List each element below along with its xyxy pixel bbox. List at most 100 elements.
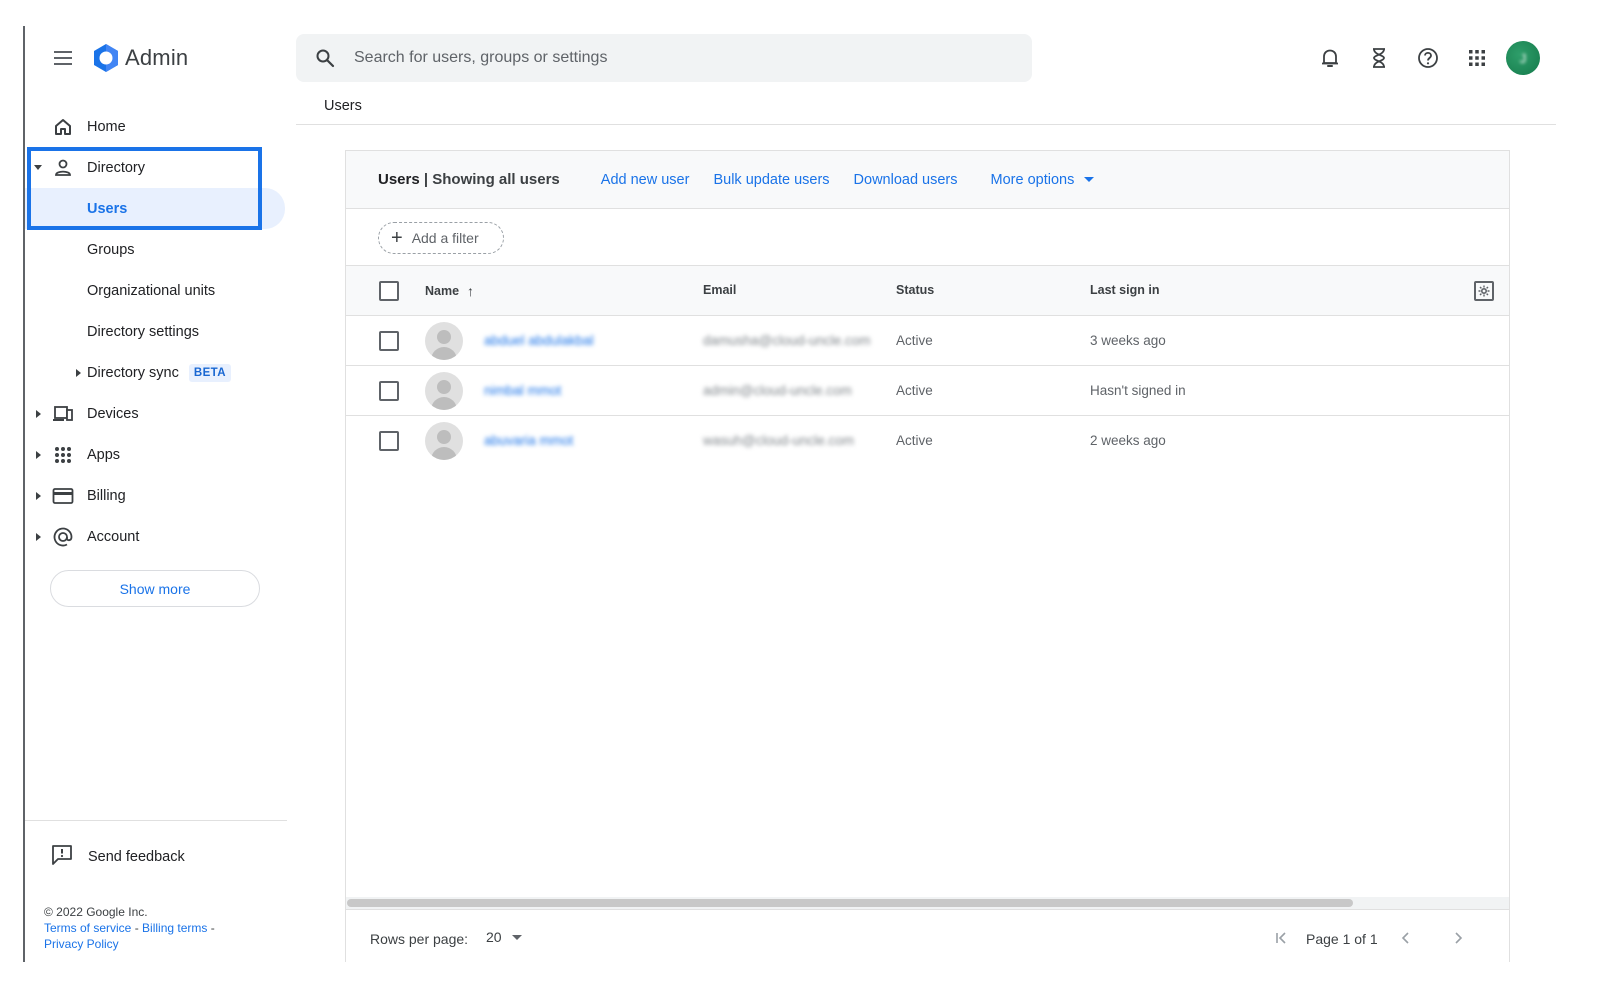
sidebar-nav: Home Directory Users Groups Organization…	[25, 106, 287, 557]
help-icon[interactable]	[1408, 40, 1448, 76]
table-header: Name ↑ Email Status Last sign in	[346, 266, 1509, 316]
column-header-last-sign-in[interactable]: Last sign in	[1090, 283, 1159, 297]
select-all-checkbox[interactable]	[379, 281, 399, 301]
chevron-down-icon[interactable]	[33, 163, 43, 173]
column-header-status[interactable]: Status	[896, 283, 934, 297]
at-icon	[51, 525, 75, 549]
sidebar-item-billing[interactable]: Billing	[25, 475, 287, 516]
sidebar-item-account[interactable]: Account	[25, 516, 287, 557]
brand-bar: Admin	[25, 34, 188, 82]
horizontal-scrollbar[interactable]	[346, 897, 1509, 909]
billing-terms-link[interactable]: Billing terms	[142, 921, 207, 935]
dropdown-arrow-icon	[1084, 177, 1095, 182]
sort-arrow-up-icon[interactable]: ↑	[467, 283, 474, 299]
sidebar-item-organizational-units[interactable]: Organizational units	[25, 270, 287, 311]
user-name-link[interactable]: abuvaria mmot	[484, 433, 573, 448]
bell-icon[interactable]	[1310, 40, 1350, 76]
credit-card-icon	[51, 484, 75, 508]
column-header-email[interactable]: Email	[703, 283, 736, 297]
terms-of-service-link[interactable]: Terms of service	[44, 921, 131, 935]
privacy-policy-link[interactable]: Privacy Policy	[44, 937, 119, 951]
user-email: wasuh@cloud-uncle.com	[703, 433, 855, 448]
search-input[interactable]	[354, 49, 954, 67]
user-last-sign-in: 2 weeks ago	[1090, 433, 1166, 448]
devices-icon	[51, 402, 75, 426]
header-actions: J	[1310, 40, 1540, 76]
app-title[interactable]: Admin	[125, 45, 188, 71]
users-card: Users | Showing all users Add new user B…	[345, 150, 1510, 962]
column-settings-icon[interactable]	[1474, 281, 1494, 301]
sidebar-item-directory[interactable]: Directory	[25, 147, 287, 188]
chevron-right-icon[interactable]	[33, 491, 43, 501]
sidebar-item-groups[interactable]: Groups	[25, 229, 287, 270]
main-menu-icon[interactable]	[51, 46, 75, 70]
sidebar-item-label: Billing	[87, 487, 126, 504]
user-name-link[interactable]: abduel abdulakbal	[484, 333, 594, 348]
add-filter-button[interactable]: + Add a filter	[378, 222, 504, 254]
sidebar-item-directory-settings[interactable]: Directory settings	[25, 311, 287, 352]
dropdown-arrow-icon	[511, 934, 522, 940]
hourglass-icon[interactable]	[1359, 40, 1399, 76]
previous-page-icon[interactable]	[1396, 928, 1416, 948]
pagination-bar: Rows per page: 20 Page 1 of 1	[346, 909, 1509, 963]
sidebar-item-directory-sync[interactable]: Directory sync BETA	[25, 352, 287, 393]
send-feedback-label: Send feedback	[88, 849, 185, 865]
add-filter-label: Add a filter	[411, 230, 479, 246]
user-last-sign-in: Hasn't signed in	[1090, 383, 1186, 398]
next-page-icon[interactable]	[1448, 928, 1468, 948]
search-icon[interactable]	[314, 47, 336, 69]
sidebar-item-home[interactable]: Home	[25, 106, 287, 147]
sidebar-item-label: Account	[87, 528, 140, 545]
table-row[interactable]: abduel abdulakbal damusha@cloud-uncle.co…	[346, 316, 1509, 366]
sidebar-divider	[25, 820, 287, 821]
chevron-right-icon[interactable]	[33, 450, 43, 460]
sidebar-item-apps[interactable]: Apps	[25, 434, 287, 475]
user-status: Active	[896, 433, 933, 448]
show-more-button[interactable]: Show more	[50, 570, 260, 607]
sidebar-item-label: Organizational units	[87, 282, 216, 299]
breadcrumb-divider	[296, 124, 1556, 125]
user-avatar	[425, 372, 463, 410]
download-users-button[interactable]: Download users	[854, 172, 958, 188]
person-icon	[51, 156, 75, 180]
row-checkbox[interactable]	[379, 331, 399, 351]
sidebar-item-label: Devices	[87, 405, 139, 422]
sidebar-item-label: Directory settings	[87, 323, 200, 340]
user-name-link[interactable]: nimbal mmot	[484, 383, 561, 398]
search-bar[interactable]	[296, 34, 1032, 82]
scrollbar-thumb[interactable]	[347, 899, 1353, 907]
user-email: admin@cloud-uncle.com	[703, 383, 852, 398]
first-page-icon[interactable]	[1272, 928, 1292, 948]
sidebar-item-devices[interactable]: Devices	[25, 393, 287, 434]
account-avatar[interactable]: J	[1506, 41, 1540, 75]
rows-per-page-value: 20	[486, 929, 502, 945]
more-options-dropdown[interactable]: More options	[991, 172, 1095, 188]
sidebar-item-label: Groups	[87, 241, 135, 258]
copyright-text: © 2022 Google Inc.	[44, 905, 148, 919]
avatar-initial: J	[1519, 50, 1527, 66]
filter-bar: + Add a filter	[346, 209, 1509, 266]
rows-per-page-select[interactable]: 20	[486, 929, 522, 945]
send-feedback-button[interactable]: Send feedback	[50, 842, 185, 872]
chevron-right-icon[interactable]	[33, 532, 43, 542]
user-avatar	[425, 322, 463, 360]
add-new-user-button[interactable]: Add new user	[601, 172, 690, 188]
table-row[interactable]: nimbal mmot admin@cloud-uncle.com Active…	[346, 366, 1509, 416]
sidebar-item-label: Apps	[87, 446, 121, 463]
apps-icon	[51, 443, 75, 467]
sidebar-footer: © 2022 Google Inc. Terms of service - Bi…	[44, 904, 274, 952]
card-subtitle: | Showing all users	[423, 171, 560, 188]
bulk-update-users-button[interactable]: Bulk update users	[713, 172, 829, 188]
breadcrumb[interactable]: Users	[324, 98, 362, 114]
row-checkbox[interactable]	[379, 431, 399, 451]
row-checkbox[interactable]	[379, 381, 399, 401]
column-header-name[interactable]: Name ↑	[425, 283, 474, 299]
chevron-right-icon[interactable]	[33, 409, 43, 419]
table-row[interactable]: abuvaria mmot wasuh@cloud-uncle.com Acti…	[346, 416, 1509, 466]
sidebar-item-label: Users	[87, 200, 128, 217]
user-last-sign-in: 3 weeks ago	[1090, 333, 1166, 348]
admin-logo-icon[interactable]	[90, 42, 122, 74]
chevron-right-icon[interactable]	[73, 368, 83, 378]
sidebar-item-users[interactable]: Users	[25, 188, 285, 229]
apps-grid-icon[interactable]	[1457, 40, 1497, 76]
